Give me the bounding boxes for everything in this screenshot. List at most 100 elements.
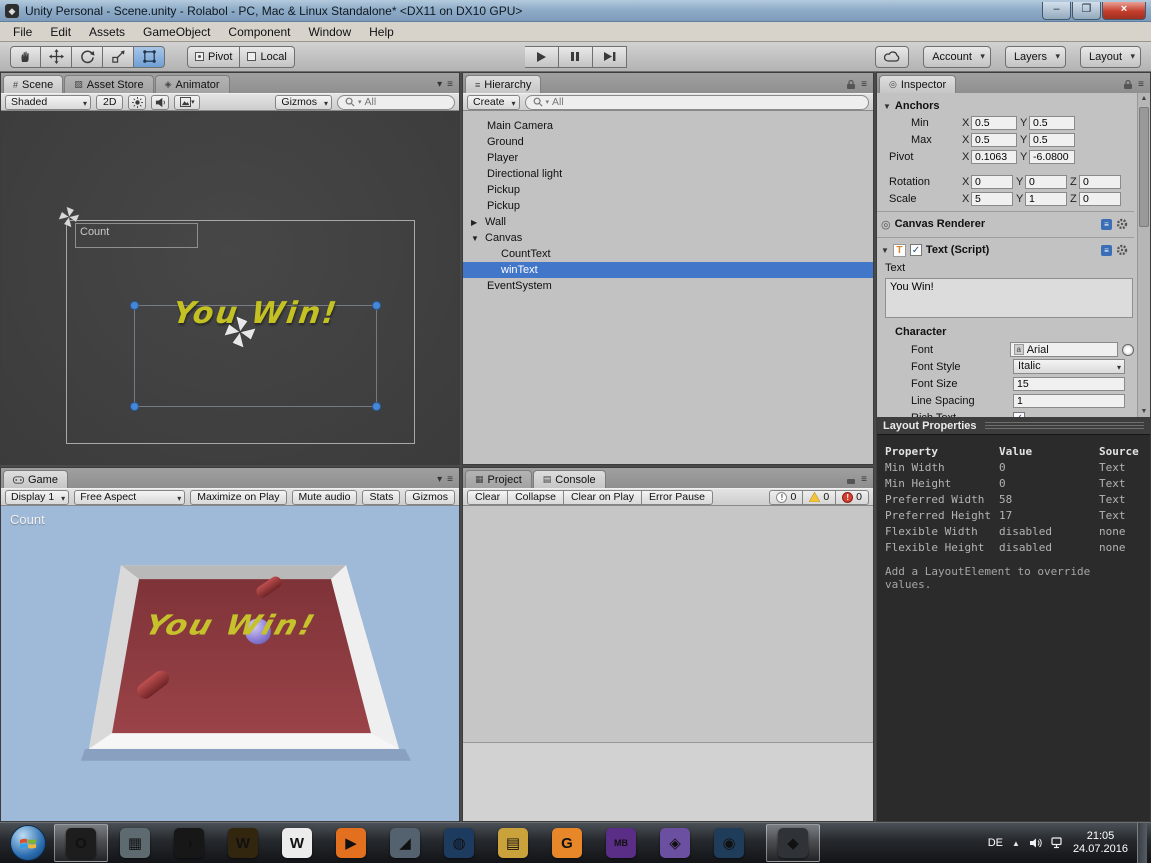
pivot-y-field[interactable] xyxy=(1029,150,1075,164)
menu-edit[interactable]: Edit xyxy=(41,23,80,41)
game-viewport[interactable]: You Win! Count xyxy=(1,506,459,821)
game-panel-menu-icon[interactable]: ≡ xyxy=(447,475,453,485)
menu-gameobject[interactable]: GameObject xyxy=(134,23,219,41)
scroll-up-icon[interactable]: ▲ xyxy=(1138,95,1150,102)
inspector-panel-menu-icon[interactable]: ≡ xyxy=(1138,80,1144,90)
help-doc-icon[interactable]: ≡ xyxy=(1101,245,1112,256)
scene-gizmos-dropdown[interactable]: Gizmos xyxy=(275,95,332,110)
hierarchy-item-pickup-1[interactable]: Pickup xyxy=(463,182,873,198)
tab-game[interactable]: Game xyxy=(3,470,68,488)
object-picker-icon[interactable] xyxy=(1122,344,1134,356)
hierarchy-item-wall[interactable]: ▶Wall xyxy=(463,214,873,230)
rect-handle-bottom-left[interactable] xyxy=(130,402,139,411)
volume-icon[interactable] xyxy=(1029,837,1042,849)
hidden-icons-button[interactable]: ▲ xyxy=(1012,839,1020,848)
menu-window[interactable]: Window xyxy=(299,23,360,41)
hierarchy-item-directional-light[interactable]: Directional light xyxy=(463,166,873,182)
create-dropdown[interactable]: Create xyxy=(467,95,520,110)
maximize-on-play-button[interactable]: Maximize on Play xyxy=(190,490,286,505)
tab-console[interactable]: ▤Console xyxy=(533,470,606,488)
move-tool-button[interactable] xyxy=(41,46,72,68)
help-doc-icon[interactable]: ≡ xyxy=(1101,219,1112,230)
cloud-services-button[interactable] xyxy=(875,46,909,68)
minimize-button[interactable]: – xyxy=(1042,2,1071,20)
drag-grip-icon[interactable] xyxy=(985,422,1144,430)
rotation-z-field[interactable] xyxy=(1079,175,1121,189)
taskbar-word[interactable]: W xyxy=(270,824,324,862)
hierarchy-item-player[interactable]: Player xyxy=(463,150,873,166)
font-size-field[interactable] xyxy=(1013,377,1125,391)
taskbar-wow[interactable]: W xyxy=(216,824,270,862)
text-script-header[interactable]: T ✓ Text (Script) ≡ xyxy=(877,241,1134,259)
taskbar-blue-app[interactable]: ◍ xyxy=(432,824,486,862)
start-button[interactable] xyxy=(10,825,46,861)
2d-toggle-button[interactable]: 2D xyxy=(96,95,123,110)
clock[interactable]: 21:05 24.07.2016 xyxy=(1073,830,1128,856)
taskbar-media-app[interactable]: ◑ xyxy=(162,824,216,862)
tab-asset-store[interactable]: ▨Asset Store xyxy=(64,75,153,93)
component-enabled-checkbox[interactable]: ✓ xyxy=(910,244,922,256)
stats-button[interactable]: Stats xyxy=(362,490,400,505)
collapse-button[interactable]: Collapse xyxy=(508,490,564,505)
lock-icon[interactable] xyxy=(846,79,856,90)
menu-help[interactable]: Help xyxy=(360,23,403,41)
scale-z-field[interactable] xyxy=(1079,192,1121,206)
canvas-renderer-header[interactable]: ◎ Canvas Renderer ≡ xyxy=(877,215,1134,233)
taskbar-blender[interactable]: ◉ xyxy=(702,824,756,862)
taskbar-screen-share[interactable]: ▦ xyxy=(108,824,162,862)
aspect-dropdown[interactable]: Free Aspect xyxy=(74,490,185,505)
taskbar-g-app[interactable]: G xyxy=(540,824,594,862)
scale-x-field[interactable] xyxy=(971,192,1013,206)
taskbar-diamond-app[interactable]: ◈ xyxy=(648,824,702,862)
rotate-tool-button[interactable] xyxy=(72,46,103,68)
scene-lighting-button[interactable] xyxy=(128,95,146,110)
font-object-field[interactable]: aArial xyxy=(1010,342,1119,357)
scene-panel-dropdown-icon[interactable]: ▾ xyxy=(437,80,442,90)
scene-search-input[interactable]: ▾ All xyxy=(337,95,455,110)
pivot-x-field[interactable] xyxy=(971,150,1017,164)
taskbar-explorer[interactable]: ▤ xyxy=(486,824,540,862)
hierarchy-item-ground[interactable]: Ground xyxy=(463,134,873,150)
language-indicator[interactable]: DE xyxy=(988,837,1003,849)
error-pause-button[interactable]: Error Pause xyxy=(642,490,713,505)
hierarchy-item-main-camera[interactable]: Main Camera xyxy=(463,118,873,134)
anchors-max-y-field[interactable] xyxy=(1029,133,1075,147)
clear-button[interactable]: Clear xyxy=(467,490,508,505)
gear-icon[interactable] xyxy=(1116,218,1128,230)
lock-icon[interactable] xyxy=(846,474,856,485)
anchors-foldout[interactable]: Anchors xyxy=(877,97,1134,114)
taskbar-player[interactable]: ▶ xyxy=(324,824,378,862)
tab-inspector[interactable]: ◎Inspector xyxy=(879,75,956,93)
layers-dropdown[interactable]: Layers xyxy=(1005,46,1066,68)
scene-panel-menu-icon[interactable]: ≡ xyxy=(447,80,453,90)
tab-scene[interactable]: #Scene xyxy=(3,75,63,93)
rect-tool-button[interactable] xyxy=(134,46,165,68)
game-panel-dropdown-icon[interactable]: ▾ xyxy=(437,475,442,485)
hierarchy-search-input[interactable]: ▾ All xyxy=(525,95,869,110)
warning-filter-badge[interactable]: 0 xyxy=(803,490,836,505)
scrollbar-thumb[interactable] xyxy=(1139,107,1149,227)
step-button[interactable] xyxy=(593,46,627,68)
anchors-min-y-field[interactable] xyxy=(1029,116,1075,130)
hierarchy-item-pickup-2[interactable]: Pickup xyxy=(463,198,873,214)
network-icon[interactable] xyxy=(1051,837,1064,849)
rect-handle-bottom-right[interactable] xyxy=(372,402,381,411)
tab-animator[interactable]: ◈Animator xyxy=(155,75,230,93)
close-button[interactable]: × xyxy=(1102,2,1146,20)
info-filter-badge[interactable]: !0 xyxy=(769,490,803,505)
tab-project[interactable]: ▦Project xyxy=(465,470,532,488)
line-spacing-field[interactable] xyxy=(1013,394,1125,408)
account-dropdown[interactable]: Account xyxy=(923,46,991,68)
rotation-y-field[interactable] xyxy=(1025,175,1067,189)
taskbar-musicbee[interactable]: MB xyxy=(594,824,648,862)
game-gizmos-dropdown[interactable]: Gizmos xyxy=(405,490,455,505)
inspector-scrollbar[interactable]: ▲ ▼ xyxy=(1137,93,1150,417)
anchors-max-x-field[interactable] xyxy=(971,133,1017,147)
foldout-expanded-icon[interactable]: ▼ xyxy=(471,234,485,243)
gear-icon[interactable] xyxy=(1116,244,1128,256)
hierarchy-item-counttext[interactable]: CountText xyxy=(463,246,873,262)
scene-audio-button[interactable] xyxy=(151,95,169,110)
move-gizmo-icon[interactable] xyxy=(220,312,260,352)
menu-component[interactable]: Component xyxy=(219,23,299,41)
pause-button[interactable] xyxy=(559,46,593,68)
